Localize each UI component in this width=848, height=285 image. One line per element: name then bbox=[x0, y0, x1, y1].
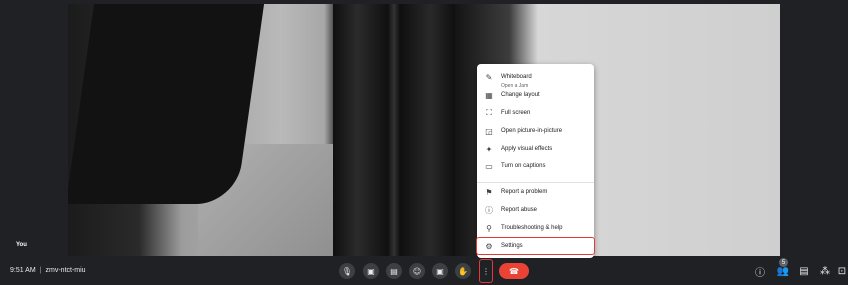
activities-button[interactable]: ⁂ bbox=[818, 264, 832, 278]
info-icon: ⓘ bbox=[485, 205, 493, 215]
chat-icon: ▤ bbox=[799, 265, 809, 277]
menu-item-visual-effects[interactable]: ✦ Apply visual effects bbox=[477, 141, 594, 157]
pip-label: Open picture-in-picture bbox=[501, 128, 563, 134]
more-vert-icon: ⋮ bbox=[482, 266, 490, 276]
menu-item-troubleshooting[interactable]: ⚲ Troubleshooting & help bbox=[477, 220, 594, 236]
menu-item-change-layout[interactable]: ▦ Change layout bbox=[477, 87, 594, 103]
meeting-code: zmv-ntct-miu bbox=[45, 267, 86, 274]
video-object-center bbox=[333, 4, 455, 256]
troubleshooting-label: Troubleshooting & help bbox=[501, 225, 563, 231]
info-icon: ⓘ bbox=[755, 267, 765, 279]
whiteboard-label: Whiteboard bbox=[501, 74, 532, 80]
settings-label: Settings bbox=[501, 243, 523, 249]
sparkle-icon: ✦ bbox=[485, 144, 493, 154]
captions-button[interactable]: ▤ bbox=[386, 263, 402, 279]
activities-icon: ⁂ bbox=[820, 265, 830, 277]
lock-icon: ⊡ bbox=[837, 265, 847, 277]
captions-label: Turn on captions bbox=[501, 163, 546, 169]
menu-divider bbox=[477, 182, 594, 183]
menu-item-whiteboard[interactable]: ✎ Whiteboard Open a Jam bbox=[477, 65, 594, 90]
raise-hand-icon: ✋ bbox=[458, 266, 468, 276]
participants-count-badge: 5 bbox=[779, 258, 788, 267]
menu-item-full-screen[interactable]: ⛶ Full screen bbox=[477, 105, 594, 121]
present-icon: ▣ bbox=[436, 266, 444, 276]
visual-effects-label: Apply visual effects bbox=[501, 146, 553, 152]
emoji-button[interactable]: ☺ bbox=[409, 263, 425, 279]
call-end-icon: ☎ bbox=[509, 266, 519, 276]
captions-icon: ▭ bbox=[485, 161, 493, 171]
picture-in-picture-icon: ◲ bbox=[485, 126, 493, 136]
menu-item-report-abuse[interactable]: ⓘ Report abuse bbox=[477, 202, 594, 218]
fullscreen-icon: ⛶ bbox=[486, 108, 492, 117]
meeting-time: 9:51 AM bbox=[10, 267, 36, 274]
leave-call-button[interactable]: ☎ bbox=[499, 263, 529, 279]
menu-item-picture-in-picture[interactable]: ◲ Open picture-in-picture bbox=[477, 123, 594, 139]
troubleshoot-icon: ⚲ bbox=[486, 223, 492, 233]
self-video-tile bbox=[68, 4, 780, 256]
raise-hand-button[interactable]: ✋ bbox=[455, 263, 471, 279]
feedback-icon: ⚑ bbox=[485, 187, 493, 197]
menu-item-captions[interactable]: ▭ Turn on captions bbox=[477, 158, 594, 174]
mic-icon: 🎙 bbox=[341, 266, 353, 276]
mic-button[interactable]: 🎙 bbox=[339, 263, 355, 279]
chat-button[interactable]: ▤ bbox=[797, 264, 811, 278]
more-options-button[interactable]: ⋮ bbox=[479, 259, 493, 283]
report-problem-label: Report a problem bbox=[501, 189, 548, 195]
full-screen-label: Full screen bbox=[501, 110, 531, 116]
meeting-details-button[interactable]: ⓘ bbox=[753, 264, 767, 279]
camera-icon: ▣ bbox=[367, 266, 375, 276]
change-layout-label: Change layout bbox=[501, 92, 540, 98]
layout-icon: ▦ bbox=[485, 90, 493, 100]
self-name-label: You bbox=[16, 242, 27, 248]
gear-icon: ⚙ bbox=[485, 241, 493, 251]
meeting-controls-bar: 9:51 AM | zmv-ntct-miu 🎙 ▣ ▤ ☺ ▣ ✋ ⋮ ☎ ⓘ 👥… bbox=[0, 258, 848, 285]
present-button[interactable]: ▣ bbox=[432, 263, 448, 279]
video-object-left bbox=[68, 4, 265, 204]
emoji-icon: ☺ bbox=[412, 266, 422, 276]
meeting-info: 9:51 AM | zmv-ntct-miu bbox=[10, 267, 86, 274]
meeting-info-separator: | bbox=[39, 267, 42, 274]
menu-item-report-problem[interactable]: ⚑ Report a problem bbox=[477, 184, 594, 200]
whiteboard-text: Whiteboard Open a Jam bbox=[501, 65, 532, 89]
more-options-menu: ✎ Whiteboard Open a Jam ▦ Change layout … bbox=[476, 64, 595, 258]
people-icon: 👥 bbox=[776, 265, 790, 277]
camera-button[interactable]: ▣ bbox=[363, 263, 379, 279]
video-stage: You bbox=[0, 0, 848, 258]
report-abuse-label: Report abuse bbox=[501, 207, 538, 213]
captions-icon: ▤ bbox=[390, 266, 398, 276]
pen-icon: ✎ bbox=[485, 72, 493, 82]
host-controls-button[interactable]: ⊡ bbox=[836, 264, 848, 278]
menu-item-settings[interactable]: ⚙ Settings bbox=[476, 237, 595, 255]
